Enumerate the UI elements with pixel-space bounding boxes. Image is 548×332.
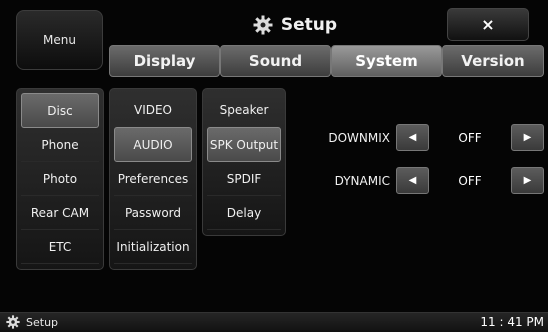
system-submenu: VIDEO AUDIO Preferences Password Initial… — [109, 88, 197, 270]
submenu-item-audio[interactable]: AUDIO — [114, 127, 192, 162]
menu-button[interactable]: Menu — [16, 10, 103, 70]
status-bar-setup[interactable]: Setup — [6, 312, 58, 332]
sidebar: Disc Phone Photo Rear CAM ETC — [16, 88, 104, 270]
downmix-row: DOWNMIX ◀ OFF ▶ — [300, 124, 544, 151]
submenu-item-preferences[interactable]: Preferences — [114, 162, 192, 196]
tab-system[interactable]: System — [331, 45, 442, 77]
sidebar-item-disc[interactable]: Disc — [21, 93, 99, 128]
dynamic-label: DYNAMIC — [334, 173, 390, 188]
arrow-right-icon: ▶ — [523, 175, 532, 186]
dynamic-next-button[interactable]: ▶ — [511, 167, 544, 194]
dynamic-value: OFF — [458, 173, 482, 188]
audio-item-spk-output[interactable]: SPK Output — [207, 127, 281, 162]
submenu-item-password[interactable]: Password — [114, 196, 192, 230]
gear-icon — [6, 315, 20, 329]
tab-sound[interactable]: Sound — [220, 45, 331, 77]
dynamic-prev-button[interactable]: ◀ — [396, 167, 429, 194]
sidebar-item-rear-cam[interactable]: Rear CAM — [21, 196, 99, 230]
audio-item-speaker[interactable]: Speaker — [207, 93, 281, 127]
submenu-item-video[interactable]: VIDEO — [114, 93, 192, 127]
page-title-area: Setup — [220, 8, 370, 42]
arrow-left-icon: ◀ — [408, 132, 417, 143]
downmix-prev-button[interactable]: ◀ — [396, 124, 429, 151]
arrow-left-icon: ◀ — [408, 175, 417, 186]
close-icon: × — [481, 15, 495, 34]
arrow-right-icon: ▶ — [523, 132, 532, 143]
audio-submenu: Speaker SPK Output SPDIF Delay — [202, 88, 286, 236]
page-title: Setup — [280, 15, 338, 35]
clock: 11 : 41 PM — [480, 315, 544, 329]
sidebar-item-phone[interactable]: Phone — [21, 128, 99, 162]
close-button[interactable]: × — [447, 8, 529, 41]
tab-version[interactable]: Version — [442, 45, 544, 77]
audio-item-delay[interactable]: Delay — [207, 196, 281, 230]
tab-display[interactable]: Display — [109, 45, 220, 77]
downmix-next-button[interactable]: ▶ — [511, 124, 544, 151]
downmix-label: DOWNMIX — [328, 130, 390, 145]
sidebar-item-etc[interactable]: ETC — [21, 230, 99, 264]
downmix-value: OFF — [458, 130, 482, 145]
status-bar-label: Setup — [26, 315, 59, 329]
dynamic-row: DYNAMIC ◀ OFF ▶ — [300, 167, 544, 194]
audio-item-spdif[interactable]: SPDIF — [207, 162, 281, 196]
gear-icon — [253, 15, 273, 35]
sidebar-item-photo[interactable]: Photo — [21, 162, 99, 196]
status-bar — [0, 312, 548, 332]
submenu-item-initialization[interactable]: Initialization — [114, 230, 192, 264]
